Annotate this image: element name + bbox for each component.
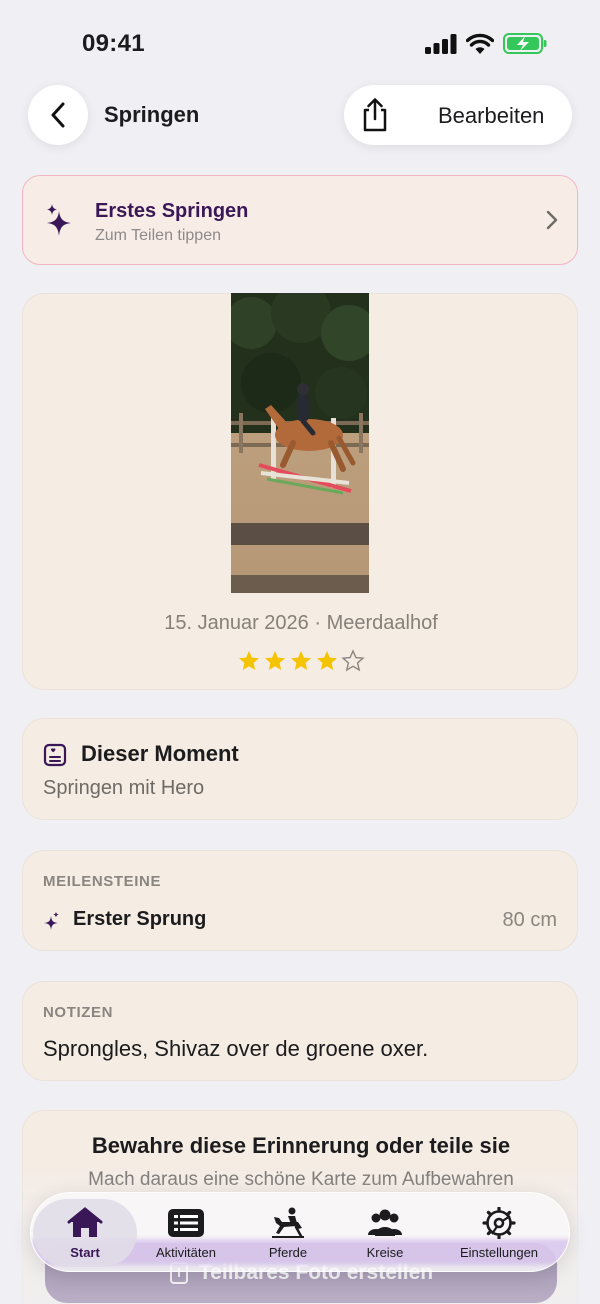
star-empty-icon [341, 649, 365, 672]
tab-label-kreise: Kreise [366, 1245, 404, 1260]
list-icon [168, 1209, 204, 1237]
photo-card: 15. Januar 2026 · Meerdaalhof [22, 293, 578, 690]
star-rating [23, 649, 579, 673]
chevron-right-icon [546, 210, 558, 230]
milestone-name: Erster Sprung [73, 908, 207, 930]
status-bar: 09:41 [0, 0, 600, 88]
meta-separator: · [314, 612, 322, 634]
wifi-icon [466, 33, 494, 54]
back-button[interactable] [28, 85, 88, 145]
moment-title: Dieser Moment [81, 741, 239, 766]
tab-bar: Start Aktivitäten Pferde Kreise Einstell… [30, 1192, 570, 1272]
star-filled-icon [239, 651, 259, 670]
note-card-icon [43, 743, 67, 767]
battery-charging-icon [503, 33, 547, 54]
sparkles-icon [47, 204, 71, 236]
status-time: 09:41 [82, 30, 145, 57]
home-icon [67, 1207, 103, 1237]
star-filled-icon [265, 651, 285, 670]
tab-label-start: Start [70, 1245, 100, 1260]
gear-icon [482, 1207, 516, 1239]
signal-icon [425, 34, 457, 54]
page-title: Springen [104, 102, 200, 127]
people-icon [368, 1209, 402, 1236]
keep-title: Bewahre diese Erinnerung oder teile sie [91, 1133, 511, 1158]
share-icon[interactable] [358, 97, 392, 133]
edit-button[interactable]: Bearbeiten [438, 103, 544, 129]
milestones-label: MEILENSTEINE [43, 873, 162, 890]
tab-kreise[interactable]: Kreise [333, 1199, 437, 1267]
banner-subtitle: Zum Teilen tippen [95, 227, 221, 244]
keep-subtitle: Mach daraus eine schöne Karte zum Aufbew… [88, 1169, 514, 1190]
notes-card: NOTIZEN Sprongles, Shivaz over de groene… [22, 981, 578, 1081]
milestone-value: 80 cm [502, 909, 557, 931]
milestones-card: MEILENSTEINE Erster Sprung 80 cm [22, 850, 578, 951]
first-jump-banner[interactable]: Erstes Springen Zum Teilen tippen [22, 175, 578, 265]
tab-aktivitaeten[interactable]: Aktivitäten [134, 1199, 238, 1267]
tab-label-pferde: Pferde [268, 1245, 308, 1260]
tab-pferde[interactable]: Pferde [236, 1199, 340, 1267]
sparkles-icon [44, 911, 59, 930]
activity-date: 15. Januar 2026 [164, 612, 309, 634]
chevron-left-icon [51, 102, 65, 128]
moment-text: Springen mit Hero [43, 777, 205, 799]
tab-start[interactable]: Start [33, 1199, 137, 1267]
activity-photo[interactable] [231, 293, 369, 593]
horse-rider-icon [272, 1207, 304, 1238]
moment-card: Dieser Moment Springen mit Hero [22, 718, 578, 820]
activity-location: Meerdaalhof [326, 612, 438, 634]
nav-actions: Bearbeiten [344, 85, 572, 145]
notes-label: NOTIZEN [43, 1004, 114, 1021]
star-filled-icon [291, 651, 311, 670]
star-filled-icon [317, 651, 337, 670]
photo-image [231, 293, 369, 593]
photo-meta: 15. Januar 2026 · Meerdaalhof [23, 612, 579, 635]
tab-label-einstellungen: Einstellungen [459, 1245, 539, 1260]
tab-label-aktivitaeten: Aktivitäten [156, 1245, 216, 1260]
notes-text: Sprongles, Shivaz over de groene oxer. [43, 1036, 429, 1061]
banner-title: Erstes Springen [95, 200, 249, 222]
tab-einstellungen[interactable]: Einstellungen [447, 1199, 551, 1267]
